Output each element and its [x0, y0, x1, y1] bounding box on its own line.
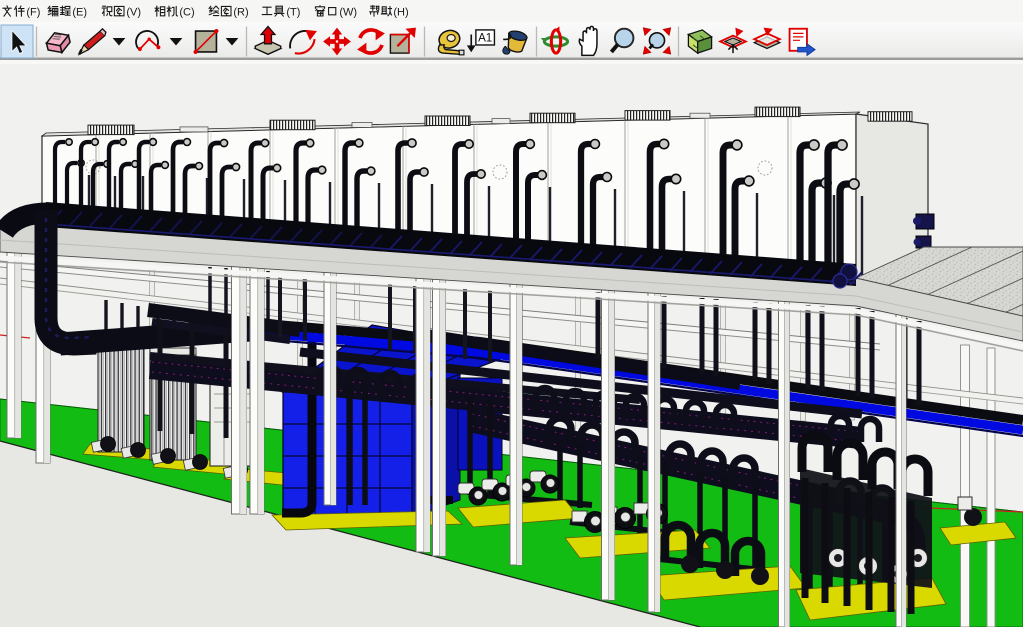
svg-text:(V): (V) — [126, 7, 141, 19]
svg-text:(T): (T) — [286, 7, 300, 19]
svg-text:(H): (H) — [393, 7, 408, 19]
svg-text:(W): (W) — [339, 7, 357, 19]
svg-text:(E): (E) — [72, 7, 87, 19]
svg-text:(F): (F) — [26, 7, 40, 19]
svg-text:(C): (C) — [179, 7, 194, 19]
svg-text:(R): (R) — [233, 7, 248, 19]
svg-text:A1: A1 — [478, 32, 492, 45]
